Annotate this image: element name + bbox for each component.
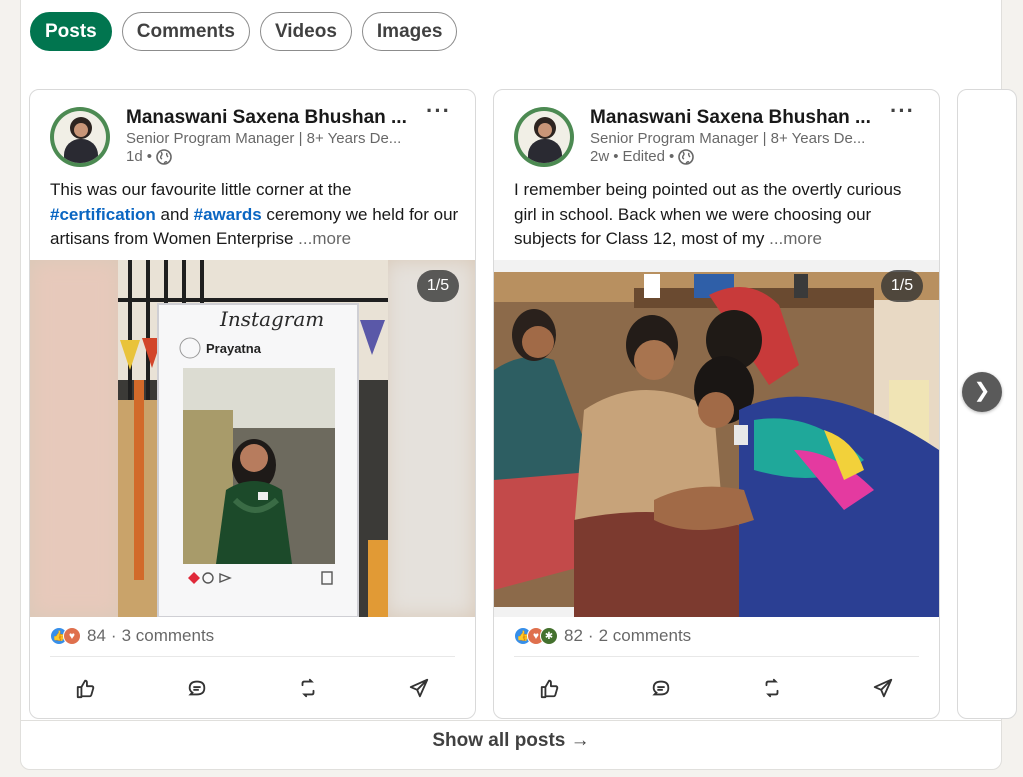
comment-icon [188, 680, 206, 696]
insightful-icon: ✱ [540, 627, 558, 645]
see-more-link[interactable]: ...more [298, 229, 351, 248]
tab-comments[interactable]: Comments [121, 12, 250, 51]
image-counter: 1/5 [881, 270, 923, 302]
avatar[interactable] [514, 107, 574, 167]
send-icon [410, 678, 429, 698]
comment-count[interactable]: 3 comments [122, 626, 215, 646]
divider [514, 656, 919, 657]
social-counts[interactable]: 👍 ♥ ✱ 82 · 2 comments [514, 626, 691, 646]
repost-button[interactable] [752, 668, 792, 708]
tab-images[interactable]: Images [361, 12, 458, 51]
send-button[interactable] [399, 668, 439, 708]
show-all-posts-link[interactable]: Show all posts → [20, 730, 1002, 752]
instagram-account-name: Prayatna [206, 341, 262, 356]
post-text: I remember being pointed out as the over… [514, 180, 902, 248]
send-button[interactable] [863, 668, 903, 708]
tab-posts[interactable]: Posts [30, 12, 112, 51]
reaction-count[interactable]: 82 [564, 626, 583, 646]
globe-icon [156, 148, 172, 165]
post-card: Manaswani Saxena Bhushan ... Senior Prog… [493, 89, 940, 719]
tab-videos[interactable]: Videos [259, 12, 352, 51]
like-button[interactable] [530, 668, 570, 708]
like-icon [540, 679, 558, 699]
post-actions [30, 666, 475, 710]
reaction-count[interactable]: 84 [87, 626, 106, 646]
author-headline: Senior Program Manager | 8+ Years De... [590, 130, 866, 147]
repost-icon [765, 678, 779, 698]
activity-tabs: Posts Comments Videos Images [30, 12, 458, 51]
divider [20, 720, 1002, 721]
reaction-icons: 👍 ♥ ✱ [514, 627, 558, 645]
post-image[interactable]: 1/5 [494, 260, 939, 617]
post-image[interactable]: Instagram Prayatna 1/5 [30, 260, 475, 617]
carousel-next-button[interactable]: ❯ [962, 372, 1002, 412]
hashtag-link[interactable]: #awards [194, 205, 262, 224]
repost-button[interactable] [288, 668, 328, 708]
post-actions [494, 666, 939, 710]
post-photo: Instagram Prayatna [30, 260, 475, 617]
repost-icon [301, 678, 315, 698]
comment-button[interactable] [177, 668, 217, 708]
more-options-icon[interactable]: ··· [890, 98, 915, 124]
divider [50, 656, 455, 657]
post-photo [494, 260, 939, 617]
author-headline: Senior Program Manager | 8+ Years De... [126, 130, 402, 147]
comment-icon [652, 680, 670, 696]
comment-button[interactable] [641, 668, 681, 708]
globe-icon [678, 148, 695, 165]
like-button[interactable] [66, 668, 106, 708]
send-icon [874, 678, 893, 698]
love-icon: ♥ [63, 627, 81, 645]
post-time: 1d [126, 148, 143, 165]
author-name[interactable]: Manaswani Saxena Bhushan ... [590, 107, 880, 129]
author-name[interactable]: Manaswani Saxena Bhushan ... [126, 107, 416, 129]
like-icon [76, 679, 94, 699]
more-options-icon[interactable]: ··· [426, 98, 451, 124]
see-more-link[interactable]: ...more [769, 229, 822, 248]
avatar[interactable] [50, 107, 110, 167]
social-counts[interactable]: 👍 ♥ 84 · 3 comments [50, 626, 214, 646]
reaction-icons: 👍 ♥ [50, 627, 81, 645]
edited-label: Edited [622, 148, 665, 165]
post-meta: 2w • Edited • [590, 148, 695, 165]
image-counter: 1/5 [417, 270, 459, 302]
post-time: 2w [590, 148, 610, 165]
post-card: Manaswani Saxena Bhushan ... Senior Prog… [29, 89, 476, 719]
post-text: This was our favourite little corner at … [50, 180, 459, 248]
post-meta: 1d • [126, 148, 172, 165]
hashtag-link[interactable]: #certification [50, 205, 156, 224]
instagram-wordmark: Instagram [219, 307, 324, 331]
comment-count[interactable]: 2 comments [599, 626, 692, 646]
